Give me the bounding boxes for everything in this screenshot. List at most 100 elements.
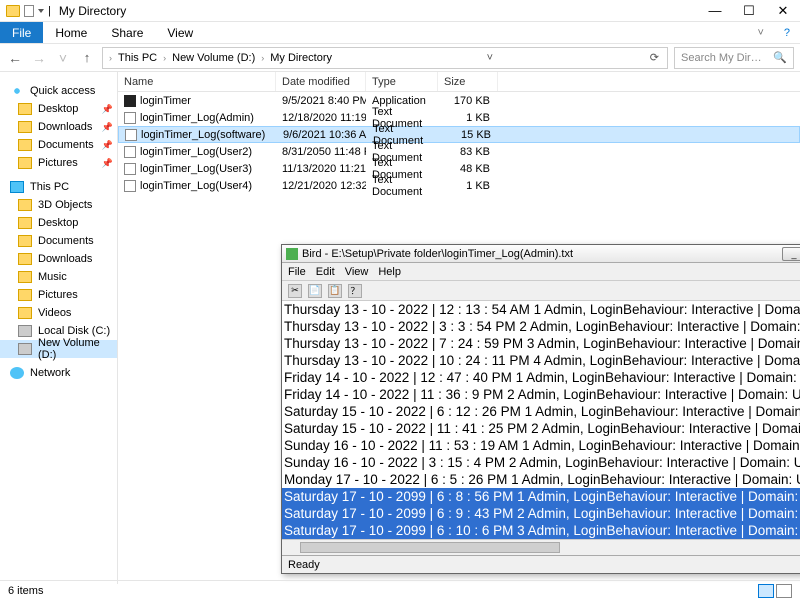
file-row[interactable]: loginTimer_Log(Admin)12/18/2020 11:19 PM…: [118, 109, 800, 126]
sidebar-item-desktop[interactable]: Desktop📌: [0, 100, 117, 118]
view-buttons: [758, 584, 792, 598]
bird-menu-help[interactable]: Help: [378, 266, 401, 278]
sidebar-quick-access[interactable]: Quick access: [0, 82, 117, 100]
file-size: 15 KB: [439, 129, 499, 141]
disk-icon: [18, 325, 32, 337]
ribbon-expand-icon[interactable]: ˅: [747, 22, 773, 43]
chevron-icon[interactable]: ›: [259, 53, 266, 63]
file-tab[interactable]: File: [0, 22, 43, 43]
chevron-icon[interactable]: ›: [161, 53, 168, 63]
minimize-button[interactable]: —: [698, 0, 732, 22]
log-line[interactable]: Saturday 17 - 10 - 2099 | 6 : 8 : 56 PM …: [282, 488, 800, 505]
breadcrumb[interactable]: My Directory: [268, 52, 334, 64]
file-size: 1 KB: [438, 112, 498, 124]
file-row[interactable]: loginTimer9/5/2021 8:40 PMApplication170…: [118, 92, 800, 109]
folder-icon: [18, 217, 32, 229]
bird-minimize-button[interactable]: _: [782, 247, 800, 261]
bird-menu-file[interactable]: File: [288, 266, 306, 278]
address-bar[interactable]: › This PC › New Volume (D:) › My Directo…: [102, 47, 668, 69]
status-bar: 6 items: [0, 580, 800, 600]
log-line[interactable]: Monday 17 - 10 - 2022 | 6 : 5 : 26 PM 1 …: [282, 471, 800, 488]
cut-icon[interactable]: ✂: [288, 284, 302, 298]
share-tab[interactable]: Share: [99, 22, 155, 43]
file-name: loginTimer_Log(software): [141, 129, 265, 141]
log-line[interactable]: Saturday 15 - 10 - 2022 | 6 : 12 : 26 PM…: [282, 403, 800, 420]
sidebar-network[interactable]: Network: [0, 364, 117, 382]
sidebar-item-videos[interactable]: Videos: [0, 304, 117, 322]
bird-toolbar: ✂ 📄 📋 ？: [282, 281, 800, 301]
sidebar-item-downloads[interactable]: Downloads📌: [0, 118, 117, 136]
document-icon[interactable]: [24, 5, 34, 17]
file-name: loginTimer_Log(User3): [140, 163, 252, 175]
forward-button[interactable]: →: [30, 50, 48, 66]
home-tab[interactable]: Home: [43, 22, 99, 43]
back-button[interactable]: ←: [6, 50, 24, 66]
file-modified: 8/31/2050 11:48 PM: [276, 146, 366, 158]
file-modified: 12/21/2020 12:32 AM: [276, 180, 366, 192]
copy-icon[interactable]: 📄: [308, 284, 322, 298]
bird-menu-edit[interactable]: Edit: [316, 266, 335, 278]
folder-icon: [18, 103, 32, 115]
log-line[interactable]: Sunday 16 - 10 - 2022 | 11 : 53 : 19 AM …: [282, 437, 800, 454]
col-name[interactable]: Name: [118, 72, 276, 91]
col-modified[interactable]: Date modified: [276, 72, 366, 91]
file-row[interactable]: loginTimer_Log(User3) 11/13/2020 11:21 AM…: [118, 160, 800, 177]
view-tab[interactable]: View: [155, 22, 205, 43]
sidebar-item-downloads2[interactable]: Downloads: [0, 250, 117, 268]
log-line[interactable]: Thursday 13 - 10 - 2022 | 12 : 13 : 54 A…: [282, 301, 800, 318]
recent-dropdown-icon[interactable]: ˅: [54, 50, 72, 66]
details-view-button[interactable]: [758, 584, 774, 598]
close-button[interactable]: ✕: [766, 0, 800, 22]
bird-menu-view[interactable]: View: [345, 266, 369, 278]
help-icon[interactable]: ?: [774, 22, 800, 43]
log-line[interactable]: Sunday 16 - 10 - 2022 | 3 : 15 : 4 PM 2 …: [282, 454, 800, 471]
scrollbar-thumb[interactable]: [300, 542, 560, 553]
sidebar-item-pictures2[interactable]: Pictures: [0, 286, 117, 304]
horizontal-scrollbar[interactable]: [282, 539, 800, 555]
qat-separator: |: [48, 5, 51, 17]
log-line[interactable]: Thursday 13 - 10 - 2022 | 3 : 3 : 54 PM …: [282, 318, 800, 335]
log-line[interactable]: Thursday 13 - 10 - 2022 | 10 : 24 : 11 P…: [282, 352, 800, 369]
status-text: 6 items: [8, 585, 43, 597]
bird-statusbar: Ready: [282, 555, 800, 573]
bird-titlebar[interactable]: Bird - E:\Setup\Private folder\loginTime…: [282, 245, 800, 263]
qat-dropdown-icon[interactable]: [38, 9, 44, 13]
refresh-icon[interactable]: ⟳: [646, 51, 663, 64]
breadcrumb[interactable]: This PC: [116, 52, 159, 64]
file-row[interactable]: loginTimer_Log(User4)12/21/2020 12:32 AM…: [118, 177, 800, 194]
bird-menubar: File Edit View Help: [282, 263, 800, 281]
history-dropdown-icon[interactable]: ˅: [483, 52, 497, 64]
paste-icon[interactable]: 📋: [328, 284, 342, 298]
log-line[interactable]: Saturday 17 - 10 - 2099 | 6 : 9 : 43 PM …: [282, 505, 800, 522]
sidebar-item-music[interactable]: Music: [0, 268, 117, 286]
sidebar-item-new-volume[interactable]: New Volume (D:): [0, 340, 117, 358]
file-row[interactable]: loginTimer_Log(User2)8/31/2050 11:48 PMT…: [118, 143, 800, 160]
log-line[interactable]: Saturday 17 - 10 - 2099 | 6 : 10 : 6 PM …: [282, 522, 800, 539]
col-size[interactable]: Size: [438, 72, 498, 91]
up-button[interactable]: ↑: [78, 50, 96, 65]
pc-icon: [10, 181, 24, 193]
breadcrumb[interactable]: New Volume (D:): [170, 52, 257, 64]
folder-icon[interactable]: [6, 5, 20, 17]
log-line[interactable]: Friday 14 - 10 - 2022 | 12 : 47 : 40 PM …: [282, 369, 800, 386]
file-row[interactable]: loginTimer_Log(software)9/6/2021 10:36 A…: [118, 126, 800, 143]
log-line[interactable]: Friday 14 - 10 - 2022 | 11 : 36 : 9 PM 2…: [282, 386, 800, 403]
log-line[interactable]: Thursday 13 - 10 - 2022 | 7 : 24 : 59 PM…: [282, 335, 800, 352]
sidebar-item-desktop2[interactable]: Desktop: [0, 214, 117, 232]
help-icon[interactable]: ？: [348, 284, 362, 298]
log-line[interactable]: Saturday 15 - 10 - 2022 | 11 : 41 : 25 P…: [282, 420, 800, 437]
sidebar-item-documents[interactable]: Documents📌: [0, 136, 117, 154]
sidebar-item-3dobjects[interactable]: 3D Objects: [0, 196, 117, 214]
thumbnails-view-button[interactable]: [776, 584, 792, 598]
chevron-icon[interactable]: ›: [107, 53, 114, 63]
folder-icon: [18, 139, 32, 151]
maximize-button[interactable]: ☐: [732, 0, 766, 22]
sidebar-this-pc[interactable]: This PC: [0, 178, 117, 196]
sidebar-item-pictures[interactable]: Pictures📌: [0, 154, 117, 172]
col-type[interactable]: Type: [366, 72, 438, 91]
bird-text-area[interactable]: Thursday 13 - 10 - 2022 | 12 : 13 : 54 A…: [282, 301, 800, 555]
sidebar-item-documents2[interactable]: Documents: [0, 232, 117, 250]
file-modified: 11/13/2020 11:21 AM: [276, 163, 366, 175]
star-icon: [10, 85, 24, 97]
search-input[interactable]: Search My Dir… 🔍: [674, 47, 794, 69]
